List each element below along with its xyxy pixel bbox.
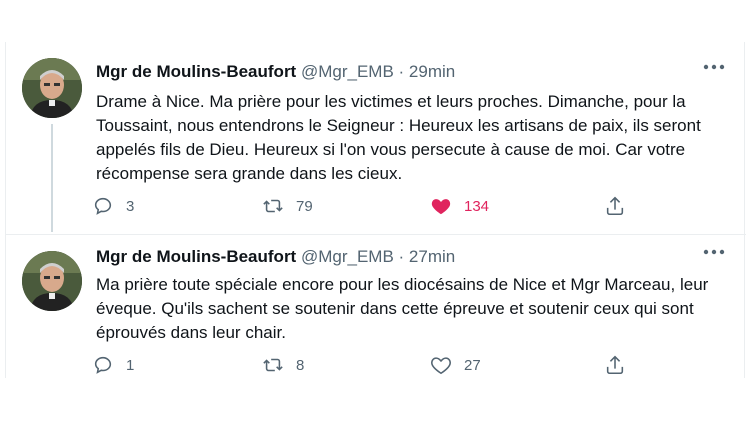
tweet[interactable]: Mgr de Moulins-Beaufort @Mgr_EMB · 27min… xyxy=(6,234,746,379)
share-button[interactable] xyxy=(604,353,626,377)
tweet-actions: 3 79 134 xyxy=(92,194,632,218)
reply-count: 3 xyxy=(126,197,135,215)
reply-button[interactable]: 1 xyxy=(92,353,134,377)
share-icon xyxy=(606,355,624,375)
tweet-actions: 1 8 27 xyxy=(92,353,632,377)
author-handle[interactable]: @Mgr_EMB xyxy=(301,247,394,266)
retweet-button[interactable]: 8 xyxy=(262,353,304,377)
separator: · xyxy=(398,62,405,81)
author-name[interactable]: Mgr de Moulins-Beaufort xyxy=(96,62,296,81)
like-icon xyxy=(431,199,451,215)
reply-count: 1 xyxy=(126,356,135,374)
reply-icon xyxy=(94,197,112,215)
author-name[interactable]: Mgr de Moulins-Beaufort xyxy=(96,247,296,266)
more-icon[interactable] xyxy=(702,245,726,259)
reply-button[interactable]: 3 xyxy=(92,194,134,218)
retweet-icon xyxy=(263,199,283,213)
like-count: 27 xyxy=(464,356,481,374)
separator: · xyxy=(398,247,405,266)
tweet[interactable]: Mgr de Moulins-Beaufort @Mgr_EMB · 29min… xyxy=(6,42,746,234)
avatar[interactable] xyxy=(22,58,82,118)
reply-icon xyxy=(94,356,112,374)
timestamp[interactable]: 29min xyxy=(409,62,455,81)
like-icon xyxy=(431,357,451,375)
timestamp[interactable]: 27min xyxy=(409,247,455,266)
tweet-header: Mgr de Moulins-Beaufort @Mgr_EMB · 27min xyxy=(96,247,455,267)
tweet-thread: Mgr de Moulins-Beaufort @Mgr_EMB · 29min… xyxy=(5,42,746,379)
retweet-count: 79 xyxy=(296,197,313,215)
share-icon xyxy=(606,196,624,216)
tweet-text: Ma prière toute spéciale encore pour les… xyxy=(96,275,709,342)
avatar[interactable] xyxy=(22,251,82,311)
retweet-icon xyxy=(263,358,283,372)
share-button[interactable] xyxy=(604,194,626,218)
tweet-header: Mgr de Moulins-Beaufort @Mgr_EMB · 29min xyxy=(96,62,455,82)
retweet-count: 8 xyxy=(296,356,305,374)
retweet-button[interactable]: 79 xyxy=(262,194,313,218)
author-handle[interactable]: @Mgr_EMB xyxy=(301,62,394,81)
tweet-text: Drame à Nice. Ma prière pour les victime… xyxy=(96,92,701,183)
like-count: 134 xyxy=(464,197,490,215)
like-button[interactable]: 134 xyxy=(430,194,489,218)
like-button[interactable]: 27 xyxy=(430,353,481,377)
more-icon[interactable] xyxy=(702,60,726,74)
thread-connector xyxy=(51,124,53,232)
